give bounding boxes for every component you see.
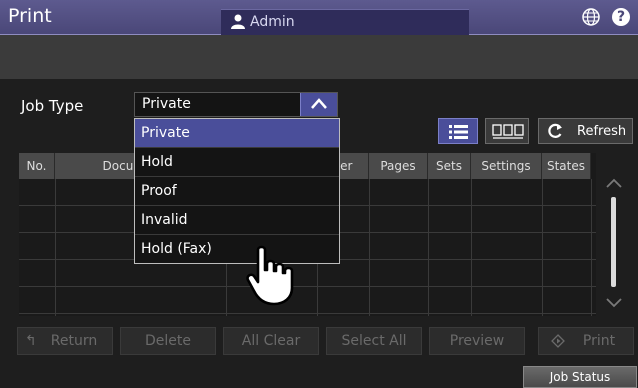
refresh-label: Refresh bbox=[577, 124, 627, 139]
globe-icon[interactable] bbox=[582, 8, 600, 26]
help-icon[interactable]: ? bbox=[612, 8, 630, 26]
all-clear-button[interactable]: All Clear bbox=[223, 327, 319, 355]
thumbnail-view-icon bbox=[492, 124, 524, 139]
user-icon bbox=[231, 14, 245, 29]
delete-button[interactable]: Delete bbox=[120, 327, 216, 355]
column-header-sets[interactable]: Sets bbox=[428, 153, 471, 179]
column-header-no[interactable]: No. bbox=[19, 153, 55, 179]
column-header-states[interactable]: States bbox=[542, 153, 591, 179]
job-type-select[interactable]: Private bbox=[134, 92, 338, 117]
job-type-toggle[interactable] bbox=[300, 93, 337, 116]
column-header-pages[interactable]: Pages bbox=[369, 153, 428, 179]
refresh-button[interactable]: Refresh bbox=[538, 118, 633, 144]
grid-line bbox=[428, 179, 429, 316]
job-type-label: Job Type bbox=[21, 97, 84, 115]
job-type-option-hold[interactable]: Hold bbox=[135, 148, 339, 177]
return-button[interactable]: ↰ Return bbox=[17, 327, 113, 355]
job-type-option-private[interactable]: Private bbox=[135, 119, 339, 148]
column-header-settings[interactable]: Settings bbox=[471, 153, 542, 179]
job-status-button[interactable]: Job Status bbox=[523, 366, 637, 388]
job-type-option-invalid[interactable]: Invalid bbox=[135, 206, 339, 235]
list-view-button[interactable] bbox=[438, 118, 478, 144]
action-bar: ↰ Return Delete All Clear Select All Pre… bbox=[0, 327, 638, 357]
thumbnail-view-button[interactable] bbox=[485, 118, 529, 144]
job-type-dropdown: Private Hold Proof Invalid Hold (Fax) bbox=[134, 118, 340, 264]
grid-line bbox=[591, 179, 592, 316]
refresh-icon bbox=[548, 123, 562, 138]
scroll-thumb[interactable] bbox=[611, 197, 616, 287]
return-icon: ↰ bbox=[25, 333, 37, 349]
preview-button[interactable]: Preview bbox=[429, 327, 525, 355]
return-label: Return bbox=[50, 333, 98, 349]
job-type-option-proof[interactable]: Proof bbox=[135, 177, 339, 206]
table-row[interactable] bbox=[19, 286, 596, 287]
chevron-up-icon bbox=[311, 98, 327, 109]
grid-line bbox=[55, 179, 56, 316]
app-title: Print bbox=[8, 5, 52, 27]
job-type-value: Private bbox=[142, 96, 191, 112]
scroll-down-icon[interactable] bbox=[606, 298, 622, 308]
grid-line bbox=[471, 179, 472, 316]
print-icon bbox=[551, 334, 565, 348]
title-bar: Print Admin ? bbox=[0, 0, 638, 35]
select-all-button[interactable]: Select All bbox=[326, 327, 422, 355]
job-type-option-hold-fax[interactable]: Hold (Fax) bbox=[135, 235, 339, 264]
grid-line bbox=[542, 179, 543, 316]
hand-pointer-icon bbox=[246, 245, 294, 306]
grid-line bbox=[369, 179, 370, 316]
user-name: Admin bbox=[250, 14, 295, 30]
list-view-icon bbox=[449, 125, 468, 139]
table-scrollbar[interactable] bbox=[598, 168, 631, 314]
print-button[interactable]: Print bbox=[538, 327, 634, 355]
user-info[interactable]: Admin bbox=[221, 9, 469, 35]
table-row[interactable] bbox=[19, 313, 596, 314]
scroll-up-icon[interactable] bbox=[606, 178, 622, 188]
sub-header-bar bbox=[0, 35, 638, 79]
print-label: Print bbox=[582, 333, 616, 349]
